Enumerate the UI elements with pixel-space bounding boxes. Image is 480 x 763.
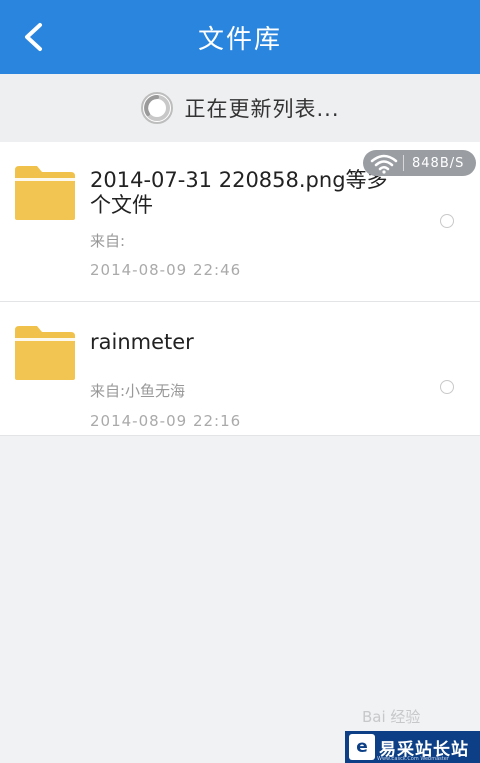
select-radio[interactable] [440, 214, 454, 228]
file-source: 来自: [90, 232, 126, 250]
page-title: 文件库 [197, 24, 282, 55]
loading-spinner-icon [141, 92, 174, 124]
file-name: rainmeter [90, 330, 194, 354]
refresh-status-bar: 正在更新列表... [0, 74, 480, 142]
file-date: 2014-08-09 22:16 [90, 412, 242, 430]
file-list-item[interactable]: rainmeter 来自:小鱼无海 2014-08-09 22:16 [0, 302, 480, 436]
speed-value: 848B/S [412, 155, 465, 171]
site-brand-badge: e 易采站长站 Www.Easck.Com Webmaster [345, 731, 480, 763]
file-list-item[interactable]: 2014-07-31 220858.png等多个文件 来自: 2014-08-0… [0, 142, 480, 302]
status-text: 正在更新列表... [184, 97, 340, 121]
file-name: 2014-07-31 220858.png等多个文件 [90, 168, 388, 217]
folder-icon [15, 326, 75, 380]
folder-icon [15, 166, 75, 220]
badge-divider [403, 155, 404, 171]
back-arrow-icon[interactable] [18, 20, 52, 54]
wifi-icon [370, 154, 398, 174]
select-radio[interactable] [440, 380, 454, 394]
top-app-bar: 文件库 [0, 0, 480, 74]
baidu-watermark: Bai 经验 [362, 708, 421, 726]
brand-logo-icon: e [349, 734, 375, 760]
brand-subtitle: Www.Easck.Com Webmaster [377, 756, 449, 762]
file-list: 2014-07-31 220858.png等多个文件 来自: 2014-08-0… [0, 142, 480, 436]
file-date: 2014-08-09 22:46 [90, 261, 242, 279]
file-source: 来自:小鱼无海 [90, 382, 186, 400]
network-speed-badge: 848B/S [363, 150, 476, 176]
